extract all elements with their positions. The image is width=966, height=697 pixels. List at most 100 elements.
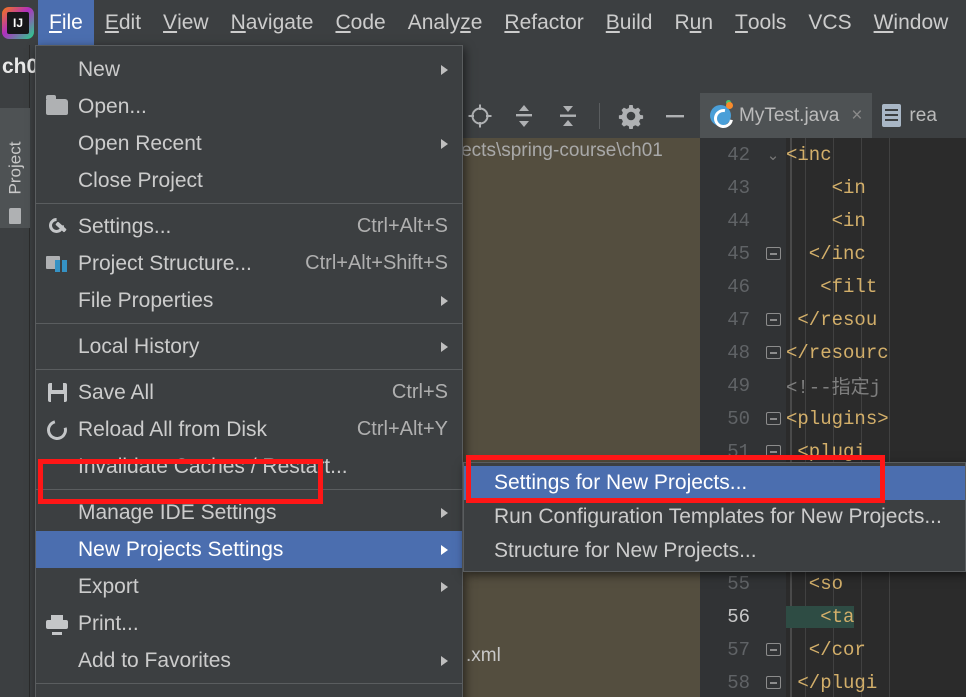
file-menu-item-export[interactable]: Export: [36, 568, 462, 605]
fold-marker[interactable]: [760, 412, 786, 425]
project-file-label[interactable]: .xml: [466, 645, 501, 667]
file-menu-item-new-projects-settings[interactable]: New Projects Settings: [36, 531, 462, 568]
menu-separator: [36, 203, 462, 204]
menu-item-label: Export: [78, 574, 139, 598]
submenu-item-settings-for-new-projects[interactable]: Settings for New Projects...: [464, 466, 965, 500]
submenu-item-structure-for-new-projects[interactable]: Structure for New Projects...: [464, 534, 965, 568]
file-menu-item-open[interactable]: Open...: [36, 88, 462, 125]
file-menu-item-settings[interactable]: Settings... Ctrl+Alt+S: [36, 208, 462, 245]
file-menu-item-new[interactable]: New: [36, 51, 462, 88]
menu-item-label: Reload All from Disk: [78, 417, 268, 441]
reload-icon-slot: [36, 415, 78, 444]
main-menu-bar[interactable]: FileEditViewNavigateCodeAnalyzeRefactorB…: [0, 0, 966, 45]
fold-marker[interactable]: [760, 247, 786, 260]
file-menu-item-power-save-mode[interactable]: Power Save Mode: [36, 688, 462, 697]
file-menu-item-close-project[interactable]: Close Project: [36, 162, 462, 199]
file-menu-item-manage-ide-settings[interactable]: Manage IDE Settings: [36, 494, 462, 531]
editor-line[interactable]: 42 ⌄ <inc: [700, 138, 966, 171]
menu-item-shortcut: Ctrl+S: [391, 381, 448, 403]
editor-line[interactable]: 58 </plugi: [700, 666, 966, 697]
fold-marker[interactable]: ⌄: [760, 146, 786, 164]
file-menu-item-open-recent[interactable]: Open Recent: [36, 125, 462, 162]
submenu-arrow-icon: [441, 138, 448, 149]
editor-line[interactable]: 45 </inc: [700, 237, 966, 270]
sidebar-item-project[interactable]: Project: [0, 108, 30, 228]
fold-marker[interactable]: [760, 313, 786, 326]
menubar-item-build[interactable]: Build: [595, 0, 664, 45]
submenu-arrow-icon: [441, 295, 448, 306]
fold-marker[interactable]: [760, 643, 786, 656]
editor-tab-bar[interactable]: MyTest.java × rea: [700, 93, 966, 138]
file-menu-item-save-all[interactable]: Save All Ctrl+S: [36, 374, 462, 411]
line-number: 43: [727, 176, 750, 199]
file-menu-item-add-to-favorites[interactable]: Add to Favorites: [36, 642, 462, 679]
menubar-item-view[interactable]: View: [152, 0, 220, 45]
file-menu-dropdown[interactable]: New Open... Open Recent Close Project Settin…: [35, 45, 463, 697]
project-name-label: ch0: [2, 55, 39, 78]
editor-tab-label: rea: [909, 104, 937, 126]
editor-line[interactable]: 46 <filt: [700, 270, 966, 303]
document-icon: [882, 104, 902, 127]
editor-tab-mytest-java[interactable]: MyTest.java ×: [700, 93, 873, 138]
menu-item-label: New: [78, 57, 121, 81]
locate-target-icon[interactable]: [467, 103, 493, 129]
editor-line[interactable]: 44 <in: [700, 204, 966, 237]
project-folder-icon: [9, 208, 21, 224]
submenu-arrow-icon: [441, 507, 448, 518]
line-number: 47: [727, 308, 750, 331]
menubar-item-file[interactable]: File: [38, 0, 94, 45]
new-projects-settings-submenu[interactable]: Settings for New Projects... Run Configur…: [463, 462, 966, 572]
menu-separator: [36, 369, 462, 370]
submenu-arrow-icon: [441, 64, 448, 75]
code-text: </resou: [786, 308, 878, 331]
menu-separator: [36, 683, 462, 684]
menubar-item-navigate[interactable]: Navigate: [220, 0, 325, 45]
file-menu-item-project-structure[interactable]: Project Structure... Ctrl+Alt+Shift+S: [36, 245, 462, 282]
hide-minimize-icon[interactable]: [662, 103, 688, 129]
file-menu-item-file-properties[interactable]: File Properties: [36, 282, 462, 319]
menubar-item-window[interactable]: Window: [863, 0, 960, 45]
folder-icon-slot: [36, 94, 78, 115]
code-text: <so: [786, 572, 844, 595]
editor-code-lines[interactable]: 42 ⌄ <inc 43 <in 44 <in 45 </inc 46 <filt 47 </…: [700, 138, 966, 697]
submenu-item-run-configuration-templates-for-new-projects[interactable]: Run Configuration Templates for New Proj…: [464, 500, 965, 534]
menu-separator: [36, 489, 462, 490]
submenu-arrow-icon: [441, 581, 448, 592]
editor-line[interactable]: 48 </resourc: [700, 336, 966, 369]
collapse-all-icon[interactable]: [555, 103, 581, 129]
menu-item-label: Add to Favorites: [78, 648, 231, 672]
close-icon[interactable]: ×: [851, 105, 862, 127]
fold-marker[interactable]: [760, 676, 786, 689]
menubar-item-code[interactable]: Code: [324, 0, 396, 45]
editor-line[interactable]: 57 </cor: [700, 633, 966, 666]
menubar-item-tools[interactable]: Tools: [724, 0, 797, 45]
file-menu-item-print[interactable]: Print...: [36, 605, 462, 642]
editor-line[interactable]: 50 <plugins>: [700, 402, 966, 435]
editor-line[interactable]: 56 <ta: [700, 600, 966, 633]
file-menu-item-local-history[interactable]: Local History: [36, 328, 462, 365]
line-number: 46: [727, 275, 750, 298]
file-menu-item-invalidate-caches-restart[interactable]: Invalidate Caches / Restart...: [36, 448, 462, 485]
menubar-item-vcs[interactable]: VCS: [797, 0, 862, 45]
fold-marker[interactable]: [760, 346, 786, 359]
settings-gear-icon[interactable]: [618, 103, 644, 129]
line-number: 58: [727, 671, 750, 694]
editor-tab-rea[interactable]: rea: [872, 93, 946, 138]
fold-marker[interactable]: [760, 445, 786, 458]
editor-line[interactable]: 43 <in: [700, 171, 966, 204]
structure-icon-slot: [36, 255, 78, 273]
code-text: <plugins>: [786, 407, 889, 430]
menu-item-label: Save All: [78, 380, 154, 404]
menu-item-label: Print...: [78, 611, 139, 635]
menubar-item-edit[interactable]: Edit: [94, 0, 152, 45]
menubar-item-help[interactable]: Help: [959, 0, 966, 45]
menubar-item-analyze[interactable]: Analy z e: [397, 0, 494, 45]
menu-item-shortcut: Ctrl+Alt+Shift+S: [305, 252, 448, 274]
expand-all-icon[interactable]: [511, 103, 537, 129]
menubar-item-run[interactable]: Run: [664, 0, 725, 45]
file-menu-item-reload-all-from-disk[interactable]: Reload All from Disk Ctrl+Alt+Y: [36, 411, 462, 448]
menu-item-label: Open...: [78, 94, 147, 118]
editor-line[interactable]: 49 <!--指定j: [700, 369, 966, 402]
menubar-item-refactor[interactable]: Refactor: [493, 0, 594, 45]
editor-line[interactable]: 47 </resou: [700, 303, 966, 336]
